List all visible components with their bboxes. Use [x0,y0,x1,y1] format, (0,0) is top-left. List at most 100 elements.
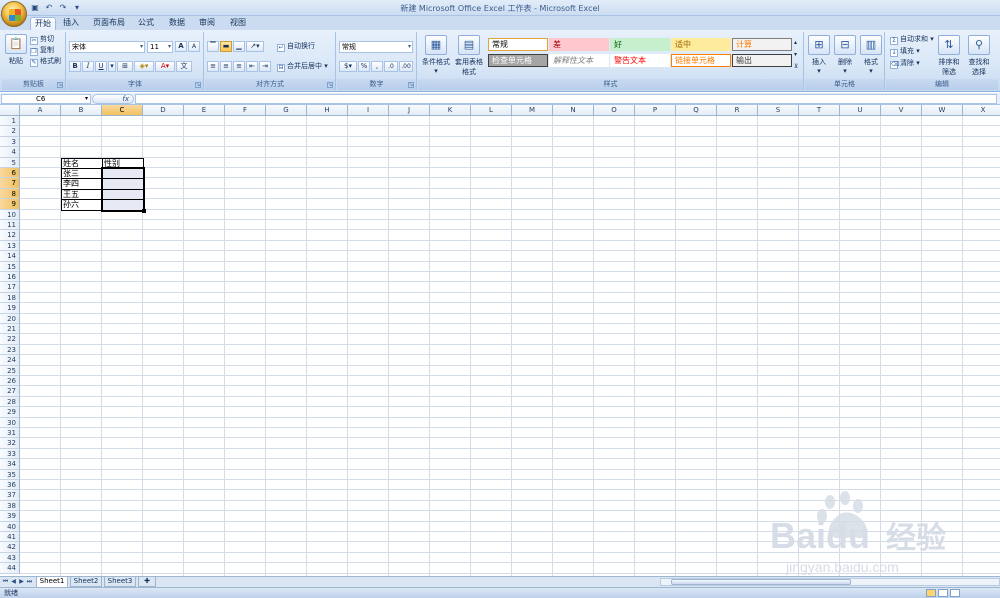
align-center-icon[interactable]: ≡ [220,61,232,72]
column-header-d[interactable]: D [143,105,184,116]
align-right-icon[interactable]: ≡ [233,61,245,72]
cell-style-7[interactable]: 解释性文本 [549,54,609,67]
insert-sheet-icon[interactable]: ✚ [138,577,156,587]
row-header-39[interactable]: 39 [0,511,20,522]
row-header-11[interactable]: 11 [0,220,20,231]
row-header-33[interactable]: 33 [0,448,20,460]
increase-indent-icon[interactable]: ⇥ [259,61,271,72]
row-header-5[interactable]: 5 [0,157,20,168]
row-header-30[interactable]: 30 [0,417,20,428]
save-icon[interactable]: ▣ [30,3,40,13]
decrease-decimal-icon[interactable]: .00 [399,61,413,72]
cell-c9[interactable] [102,199,144,211]
cell-style-5[interactable]: 计算 [732,38,792,51]
last-sheet-icon[interactable]: ⏭ [26,578,33,586]
column-header-m[interactable]: M [512,105,553,116]
fill-handle[interactable] [142,208,146,213]
column-header-s[interactable]: S [758,105,799,116]
row-header-42[interactable]: 42 [0,542,20,553]
row-header-35[interactable]: 35 [0,469,20,480]
accounting-format-icon[interactable]: $▾ [339,61,357,72]
row-header-31[interactable]: 31 [0,428,20,439]
conditional-format-button[interactable]: ▦ 条件格式 ▾ [420,35,452,75]
row-header-26[interactable]: 26 [0,376,20,387]
phonetic-button[interactable]: 文 [176,61,192,72]
row-header-28[interactable]: 28 [0,396,20,408]
column-header-n[interactable]: N [553,105,594,116]
column-header-o[interactable]: O [594,105,635,116]
find-select-button[interactable]: ⚲ 查找和选择 [966,35,992,77]
row-header-36[interactable]: 36 [0,480,20,491]
horizontal-scrollbar[interactable] [660,578,1000,586]
format-as-table-button[interactable]: ▤ 套用表格格式 [452,35,486,77]
first-sheet-icon[interactable]: ⏮ [2,578,9,586]
column-header-u[interactable]: U [840,105,881,116]
insert-cells-button[interactable]: ⊞ 插入 ▾ [807,35,831,75]
tab-home[interactable]: 开始 [30,17,56,30]
row-header-41[interactable]: 41 [0,532,20,543]
tab-page-layout[interactable]: 页面布局 [88,17,130,30]
grow-font-button[interactable]: A [175,41,187,52]
comma-button[interactable]: , [371,61,383,72]
underline-button[interactable]: U [95,61,107,72]
scroll-thumb[interactable] [671,579,851,585]
cell-style-9[interactable]: 链接单元格 [671,54,731,67]
row-header-14[interactable]: 14 [0,251,20,262]
row-header-37[interactable]: 37 [0,490,20,501]
align-left-icon[interactable]: ≡ [207,61,219,72]
cell-style-4[interactable]: 适中 [671,38,731,51]
row-header-19[interactable]: 19 [0,303,20,314]
row-header-24[interactable]: 24 [0,355,20,366]
row-header-27[interactable]: 27 [0,386,20,397]
row-header-23[interactable]: 23 [0,344,20,356]
merge-center-button[interactable]: ⊟ 合并后居中 ▾ [277,62,328,72]
column-header-p[interactable]: P [635,105,676,116]
row-header-3[interactable]: 3 [0,136,20,148]
row-header-25[interactable]: 25 [0,365,20,376]
align-top-icon[interactable]: ▔ [207,41,219,52]
row-header-10[interactable]: 10 [0,209,20,220]
font-color-button[interactable]: A▾ [155,61,175,72]
sort-filter-button[interactable]: ⇅ 排序和筛选 [936,35,962,77]
bold-button[interactable]: B [69,61,81,72]
column-header-k[interactable]: K [430,105,471,116]
format-cells-button[interactable]: ▥ 格式 ▾ [859,35,883,75]
clear-button[interactable]: ⌫清除 ▾ [890,59,920,69]
gallery-more-icon[interactable]: ⊻ [794,62,798,71]
worksheet-grid[interactable]: A B C D E F G H I J K L M N O P Q R S T U V W X 1 2 3 4 5 6 7 8 9 10 11 12 1… [0,105,1000,576]
percent-button[interactable]: % [358,61,370,72]
column-header-r[interactable]: R [717,105,758,116]
column-header-x[interactable]: X [963,105,1000,116]
row-header-1[interactable]: 1 [0,116,20,127]
column-header-j[interactable]: J [389,105,430,116]
format-painter-button[interactable]: ✎ 格式刷 [30,57,61,67]
insert-function-button[interactable]: fx [92,94,134,104]
row-header-7[interactable]: 7 [0,178,20,189]
font-name-select[interactable]: 宋体 ▾ [69,41,145,53]
normal-view-icon[interactable] [926,589,936,597]
column-header-v[interactable]: V [881,105,922,116]
row-header-38[interactable]: 38 [0,500,20,512]
row-header-22[interactable]: 22 [0,334,20,345]
row-header-4[interactable]: 4 [0,147,20,158]
tab-view[interactable]: 视图 [225,17,251,30]
fill-button[interactable]: ↓ 填充 ▾ [890,47,920,57]
office-button[interactable] [1,1,27,27]
column-header-l[interactable]: L [471,105,512,116]
tab-insert[interactable]: 插入 [59,17,83,30]
decrease-indent-icon[interactable]: ⇤ [246,61,258,72]
column-header-q[interactable]: Q [676,105,717,116]
cell-style-8[interactable]: 警告文本 [610,54,670,67]
number-format-select[interactable]: 常规 ▾ [339,41,413,53]
cell-b9[interactable]: 孙六 [61,199,103,211]
row-header-2[interactable]: 2 [0,126,20,137]
font-size-select[interactable]: 11 ▾ [147,41,173,53]
row-header-13[interactable]: 13 [0,240,20,252]
row-header-34[interactable]: 34 [0,459,20,470]
row-header-18[interactable]: 18 [0,292,20,304]
undo-icon[interactable]: ↶ [44,3,54,13]
row-header-16[interactable]: 16 [0,272,20,283]
row-header-17[interactable]: 17 [0,282,20,293]
column-header-e[interactable]: E [184,105,225,116]
italic-button[interactable]: I [82,61,94,72]
